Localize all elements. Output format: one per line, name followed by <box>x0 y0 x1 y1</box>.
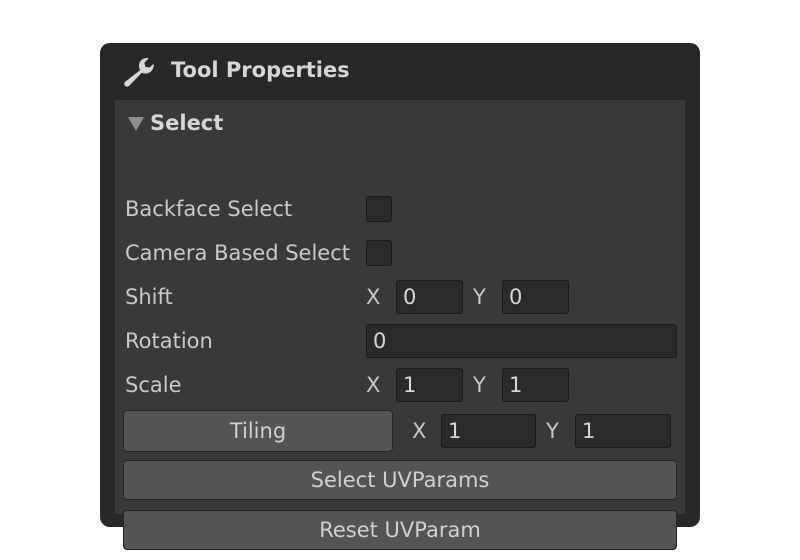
panel-title: Tool Properties <box>171 58 350 82</box>
scale-y-field[interactable]: 1 <box>502 368 569 402</box>
tiling-x-field[interactable]: 1 <box>441 414 536 448</box>
reset-uvparam-button[interactable]: Reset UVParam <box>123 510 677 550</box>
shift-x-field[interactable]: 0 <box>396 280 463 314</box>
panel-body: Select Backface Select Camera Based Sele… <box>115 100 685 550</box>
tiling-x-label: X <box>412 419 427 443</box>
backface-select-checkbox[interactable] <box>366 196 392 222</box>
tool-properties-panel: Tool Properties Select Backface Select C… <box>100 43 700 550</box>
panel-header: Tool Properties <box>100 43 700 99</box>
section-title: Select <box>150 111 224 135</box>
camera-based-select-checkbox[interactable] <box>366 240 392 266</box>
shift-y-label: Y <box>473 285 486 309</box>
select-uvparams-button[interactable]: Select UVParams <box>123 460 677 500</box>
scale-y-label: Y <box>473 373 486 397</box>
tiling-y-label: Y <box>546 419 559 443</box>
tiling-button[interactable]: Tiling <box>123 410 393 452</box>
scale-label: Scale <box>125 373 182 397</box>
backface-select-label: Backface Select <box>125 197 293 221</box>
wrench-icon <box>124 57 154 87</box>
select-section-foldout[interactable]: Select <box>128 109 223 137</box>
shift-y-field[interactable]: 0 <box>502 280 569 314</box>
camera-based-select-label: Camera Based Select <box>125 241 351 265</box>
rotation-label: Rotation <box>125 329 213 353</box>
scale-x-field[interactable]: 1 <box>396 368 463 402</box>
scale-x-label: X <box>366 373 381 397</box>
rotation-field[interactable]: 0 <box>366 324 677 358</box>
shift-label: Shift <box>125 285 173 309</box>
shift-x-label: X <box>366 285 381 309</box>
tiling-y-field[interactable]: 1 <box>575 414 671 448</box>
triangle-down-icon <box>128 117 144 131</box>
